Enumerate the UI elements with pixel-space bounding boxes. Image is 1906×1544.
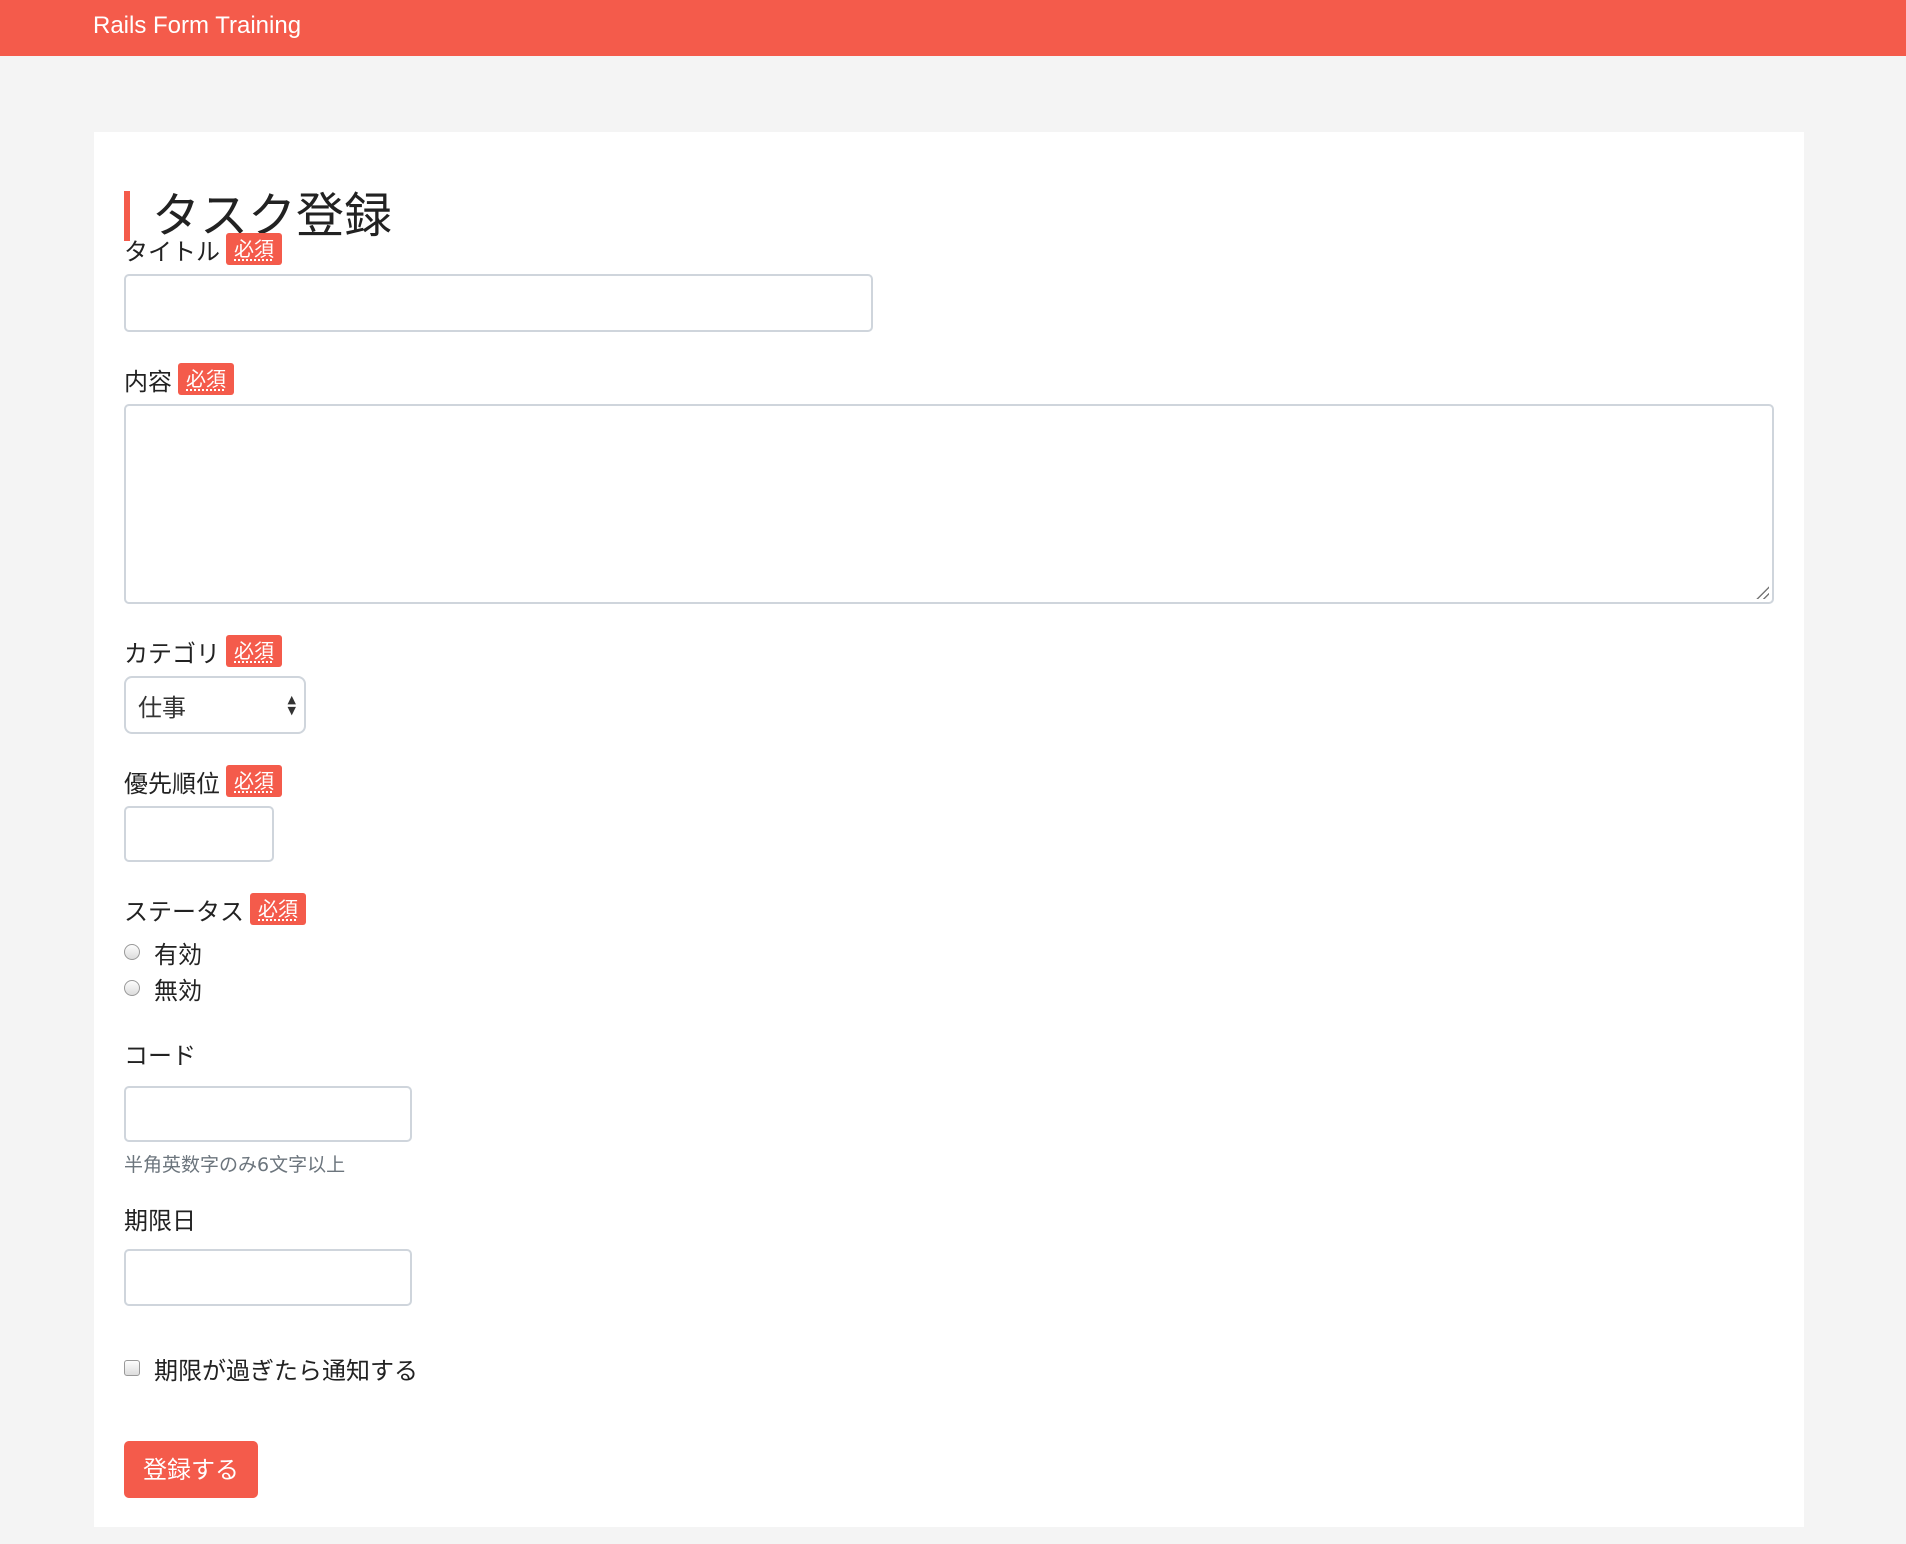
code-help-text: 半角英数字のみ6文字以上 (124, 1154, 346, 1176)
code-label: コード (124, 1041, 196, 1070)
radio-button[interactable] (124, 944, 140, 960)
priority-label-row: 優先順位 必須 (124, 764, 282, 798)
resize-handle-icon[interactable] (1755, 585, 1769, 599)
required-badge: 必須 (226, 233, 282, 265)
category-field: カテゴリ 必須 仕事 ▲ ▼ (124, 634, 306, 734)
code-field: コード 半角英数字のみ6文字以上 (124, 1036, 412, 1177)
required-badge: 必須 (226, 765, 282, 797)
status-option-label: 有効 (154, 940, 202, 969)
category-select[interactable]: 仕事 ▲ ▼ (124, 676, 306, 734)
status-label: ステータス (124, 897, 244, 926)
category-label-row: カテゴリ 必須 (124, 634, 306, 668)
notify-checkbox[interactable] (124, 1360, 140, 1376)
content-field: 内容 必須 (124, 362, 1774, 604)
due-date-label-row: 期限日 (124, 1201, 412, 1235)
code-input[interactable] (124, 1086, 412, 1142)
notify-checkbox-row[interactable]: 期限が過ぎたら通知する (124, 1350, 418, 1386)
content-label-row: 内容 必須 (124, 362, 1774, 396)
category-label: カテゴリ (124, 639, 220, 668)
select-arrows-icon: ▲ ▼ (287, 693, 296, 717)
radio-button[interactable] (124, 980, 140, 996)
code-label-row: コード (124, 1036, 412, 1070)
status-radio-group: 有効 無効 (124, 934, 306, 1006)
priority-label: 優先順位 (124, 769, 220, 798)
due-date-label: 期限日 (124, 1206, 196, 1235)
priority-field: 優先順位 必須 (124, 764, 282, 862)
required-badge: 必須 (226, 635, 282, 667)
title-field: タイトル 必須 (124, 232, 873, 332)
status-label-row: ステータス 必須 (124, 892, 306, 926)
due-date-field: 期限日 (124, 1201, 412, 1306)
notify-field: 期限が過ぎたら通知する (124, 1350, 418, 1386)
status-field: ステータス 必須 有効 無効 (124, 892, 306, 1006)
top-navbar: Rails Form Training (0, 0, 1906, 56)
form-card: タスク登録 タイトル 必須 内容 必須 カテゴリ 必須 仕事 ▲ ▼ 優先順位 … (94, 132, 1804, 1527)
status-option-inactive[interactable]: 無効 (124, 970, 306, 1006)
status-option-active[interactable]: 有効 (124, 934, 306, 970)
status-option-label: 無効 (154, 976, 202, 1005)
title-input[interactable] (124, 274, 873, 332)
title-label: タイトル (124, 237, 220, 266)
required-badge: 必須 (250, 893, 306, 925)
navbar-brand[interactable]: Rails Form Training (93, 12, 301, 39)
due-date-input[interactable] (124, 1249, 412, 1306)
content-label: 内容 (124, 367, 172, 396)
priority-input[interactable] (124, 806, 274, 862)
title-label-row: タイトル 必須 (124, 232, 873, 266)
content-textarea[interactable] (124, 404, 1774, 604)
required-badge: 必須 (178, 363, 234, 395)
submit-button[interactable]: 登録する (124, 1441, 258, 1498)
category-selected-value: 仕事 (138, 693, 186, 722)
notify-label: 期限が過ぎたら通知する (154, 1356, 418, 1385)
